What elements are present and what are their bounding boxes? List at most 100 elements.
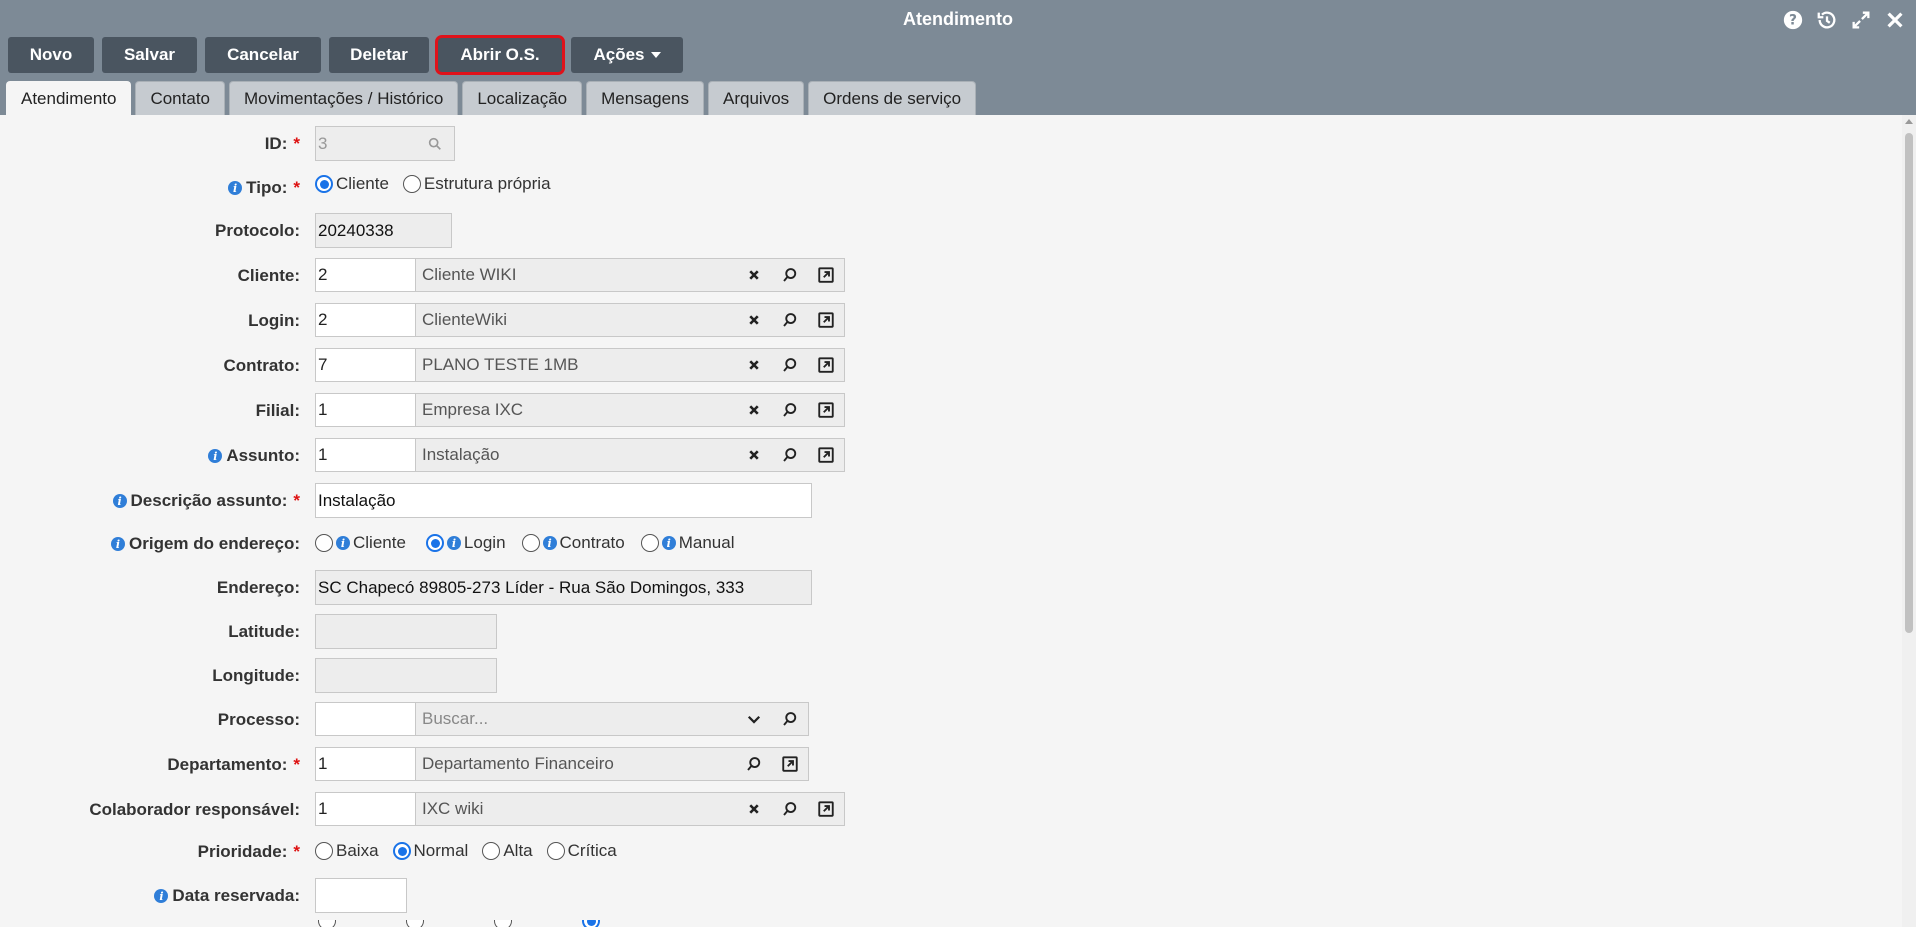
delete-button[interactable]: Deletar — [329, 37, 429, 73]
scroll-thumb[interactable] — [1905, 133, 1913, 633]
radio-unselected[interactable] — [640, 534, 659, 552]
scroll-up-icon[interactable] — [1905, 119, 1913, 124]
origem-cliente-radio[interactable]: i Cliente — [315, 533, 406, 553]
radio-unselected[interactable] — [315, 842, 333, 860]
origem-manual-radio[interactable]: i Manual — [640, 533, 735, 553]
login-code-input[interactable]: 2 — [316, 304, 416, 336]
data-reservada-input[interactable] — [315, 878, 407, 913]
search-icon[interactable] — [772, 703, 808, 735]
open-service-order-button[interactable]: Abrir O.S. — [435, 35, 565, 75]
clear-icon[interactable] — [736, 349, 772, 381]
info-icon: i — [228, 181, 243, 195]
open-external-icon[interactable] — [808, 304, 844, 336]
cancel-button[interactable]: Cancelar — [205, 37, 321, 73]
prioridade-critica-radio[interactable]: Crítica — [546, 841, 617, 861]
radio-selected[interactable] — [582, 920, 600, 927]
assunto-code-input[interactable]: 1 — [316, 439, 416, 471]
data-reservada-field — [315, 878, 407, 913]
clear-icon[interactable] — [736, 793, 772, 825]
radio-unselected[interactable] — [402, 175, 421, 193]
save-button[interactable]: Salvar — [102, 37, 197, 73]
info-icon: i — [154, 889, 169, 903]
open-external-icon[interactable] — [808, 394, 844, 426]
tab-atendimento[interactable]: Atendimento — [6, 81, 132, 116]
tipo-cliente-radio[interactable]: Cliente — [315, 174, 389, 194]
tab-movimentacoes[interactable]: Movimentações / Histórico — [229, 81, 459, 115]
prioridade-normal-radio[interactable]: Normal — [392, 841, 468, 861]
open-external-icon[interactable] — [808, 793, 844, 825]
departamento-desc: Departamento Financeiro — [422, 754, 614, 773]
new-button[interactable]: Novo — [8, 37, 94, 73]
close-icon[interactable] — [1884, 9, 1906, 31]
search-icon[interactable] — [416, 127, 454, 160]
search-icon[interactable] — [772, 793, 808, 825]
search-icon[interactable] — [772, 349, 808, 381]
info-icon: i — [112, 494, 127, 508]
search-icon[interactable] — [772, 304, 808, 336]
tab-localizacao[interactable]: Localização — [462, 81, 583, 115]
radio-unselected[interactable] — [318, 920, 336, 927]
clear-icon[interactable] — [736, 304, 772, 336]
radio-selected[interactable] — [392, 842, 411, 860]
tab-arquivos[interactable]: Arquivos — [708, 81, 805, 115]
tab-contato[interactable]: Contato — [135, 81, 225, 115]
row-processo: Processo: Buscar... — [0, 702, 1900, 738]
search-icon[interactable] — [772, 259, 808, 291]
info-icon: i — [111, 537, 126, 551]
colaborador-code-input[interactable]: 1 — [316, 793, 416, 825]
clear-icon[interactable] — [736, 439, 772, 471]
radio-unselected[interactable] — [482, 842, 501, 860]
origem-login-radio[interactable]: i Login — [425, 533, 506, 553]
caret-down-icon — [650, 52, 661, 58]
processo-code-input[interactable] — [316, 703, 416, 735]
processo-search-input[interactable]: Buscar... — [416, 703, 736, 735]
vertical-scrollbar[interactable] — [1902, 115, 1916, 927]
radio-selected[interactable] — [425, 534, 444, 552]
history-icon[interactable] — [1816, 9, 1838, 31]
search-icon[interactable] — [772, 439, 808, 471]
id-label: ID: * — [264, 134, 300, 153]
cliente-code-input[interactable]: 2 — [316, 259, 416, 291]
radio-unselected[interactable] — [546, 842, 565, 860]
tab-ordens-servico[interactable]: Ordens de serviço — [808, 81, 977, 115]
latitude-input[interactable] — [315, 614, 497, 649]
window-header: Atendimento ? Novo Salvar Cancelar Delet… — [0, 0, 1916, 116]
open-external-icon[interactable] — [808, 259, 844, 291]
origem-contrato-radio[interactable]: i Contrato — [521, 533, 625, 553]
radio-unselected[interactable] — [494, 920, 512, 927]
tab-mensagens[interactable]: Mensagens — [586, 81, 705, 115]
prioridade-alta-radio[interactable]: Alta — [482, 841, 533, 861]
latitude-label: Latitude: — [228, 622, 300, 641]
prioridade-baixa-radio[interactable]: Baixa — [315, 841, 379, 861]
radio-selected[interactable] — [315, 175, 333, 193]
row-departamento: Departamento: * 1 Departamento Financeiro — [0, 747, 1900, 783]
row-tipo: i Tipo: * Cliente Estrutura própria — [0, 170, 1900, 206]
endereco-input[interactable]: SC Chapecó 89805-273 Líder - Rua São Dom… — [315, 570, 812, 605]
open-external-icon[interactable] — [808, 439, 844, 471]
clear-icon[interactable] — [736, 259, 772, 291]
descricao-assunto-input[interactable]: Instalação — [315, 483, 812, 518]
contrato-code-input[interactable]: 7 — [316, 349, 416, 381]
actions-dropdown-button[interactable]: Ações — [571, 37, 683, 73]
radio-unselected[interactable] — [315, 534, 333, 552]
tipo-estrutura-radio[interactable]: Estrutura própria — [402, 174, 551, 194]
protocolo-input[interactable]: 20240338 — [315, 213, 452, 248]
radio-unselected[interactable] — [406, 920, 424, 927]
longitude-input[interactable] — [315, 658, 497, 693]
colaborador-label: Colaborador responsável: — [89, 800, 300, 819]
open-external-icon[interactable] — [772, 748, 808, 780]
chevron-down-icon[interactable] — [736, 703, 772, 735]
clear-icon[interactable] — [736, 394, 772, 426]
maximize-icon[interactable] — [1850, 9, 1872, 31]
radio-unselected[interactable] — [521, 534, 540, 552]
help-icon[interactable]: ? — [1782, 9, 1804, 31]
open-external-icon[interactable] — [808, 349, 844, 381]
departamento-label: Departamento: * — [167, 755, 300, 774]
info-icon: i — [661, 536, 676, 550]
search-icon[interactable] — [772, 394, 808, 426]
filial-code-input[interactable]: 1 — [316, 394, 416, 426]
row-contrato: Contrato: 7 PLANO TESTE 1MB — [0, 348, 1900, 384]
departamento-code-input[interactable]: 1 — [316, 748, 416, 780]
login-field: 2 ClienteWiki — [315, 303, 845, 337]
search-icon[interactable] — [736, 748, 772, 780]
